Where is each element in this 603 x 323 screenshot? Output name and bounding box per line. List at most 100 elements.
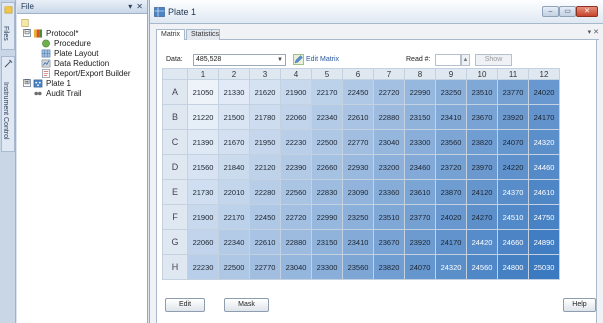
column-header[interactable]: 9 [435,68,467,80]
well-cell[interactable]: 24220 [497,154,529,180]
well-cell[interactable]: 22720 [280,204,312,230]
show-button[interactable]: Show [475,54,512,66]
restore-button[interactable]: ▭ [559,6,576,17]
tree-root[interactable] [19,18,145,28]
edit-button[interactable]: Edit [165,298,205,312]
well-cell[interactable]: 23250 [435,79,467,105]
files-side-tab[interactable]: Files [1,2,15,50]
tree-item-protocol[interactable]: ⊟ Protocol* [19,28,145,38]
column-header[interactable]: 12 [528,68,560,80]
well-cell[interactable]: 23870 [435,179,467,205]
well-cell[interactable]: 21840 [218,154,250,180]
well-cell[interactable]: 22170 [218,204,250,230]
well-cell[interactable]: 23360 [373,179,405,205]
well-cell[interactable]: 22280 [249,179,281,205]
tree-item-plate-1[interactable]: ⊞ Plate 1 [19,78,145,88]
well-cell[interactable]: 22120 [249,154,281,180]
well-cell[interactable]: 21500 [218,104,250,130]
well-cell[interactable]: 24560 [466,254,498,280]
read-number-input[interactable] [435,54,461,66]
well-cell[interactable]: 22230 [280,129,312,155]
well-cell[interactable]: 22770 [249,254,281,280]
mask-button[interactable]: Mask [224,298,269,312]
edit-matrix-link[interactable]: Edit Matrix [306,54,339,66]
well-cell[interactable]: 23250 [342,204,374,230]
row-header[interactable]: F [162,204,188,230]
well-cell[interactable]: 21900 [280,79,312,105]
well-cell[interactable]: 22880 [373,104,405,130]
well-cell[interactable]: 22060 [280,104,312,130]
well-cell[interactable]: 24800 [497,254,529,280]
instrument-control-side-tab[interactable]: Instrument Control [1,56,15,152]
edit-matrix-icon[interactable] [293,54,304,65]
column-header[interactable]: 6 [342,68,374,80]
well-cell[interactable]: 24070 [404,254,436,280]
well-cell[interactable]: 22340 [218,229,250,255]
well-cell[interactable]: 21620 [249,79,281,105]
well-cell[interactable]: 22340 [311,104,343,130]
well-cell[interactable]: 24750 [528,204,560,230]
well-cell[interactable]: 24170 [435,229,467,255]
row-header[interactable]: C [162,129,188,155]
well-cell[interactable]: 23770 [404,204,436,230]
tab-menu-icon[interactable]: ▾ ✕ [588,28,599,36]
well-cell[interactable]: 23560 [435,129,467,155]
column-header[interactable]: 11 [497,68,529,80]
well-cell[interactable]: 24610 [528,179,560,205]
read-number-spinner[interactable]: ▲ [461,54,470,66]
column-header[interactable]: 7 [373,68,405,80]
well-cell[interactable]: 21900 [187,204,219,230]
well-cell[interactable]: 22990 [404,79,436,105]
well-cell[interactable]: 23670 [466,104,498,130]
row-header[interactable]: E [162,179,188,205]
well-cell[interactable]: 23040 [373,129,405,155]
tab-statistics[interactable]: Statistics [186,29,220,40]
data-select[interactable]: 485,528 ▼ [193,54,286,66]
well-cell[interactable]: 23510 [373,204,405,230]
well-cell[interactable]: 23410 [435,104,467,130]
well-cell[interactable]: 23040 [280,254,312,280]
well-cell[interactable]: 23150 [311,229,343,255]
well-cell[interactable]: 23090 [342,179,374,205]
well-cell[interactable]: 24890 [528,229,560,255]
help-button[interactable]: Help [563,298,596,312]
well-cell[interactable]: 24020 [528,79,560,105]
column-header[interactable]: 3 [249,68,281,80]
well-cell[interactable]: 23920 [497,104,529,130]
well-cell[interactable]: 22170 [311,79,343,105]
well-cell[interactable]: 22450 [249,204,281,230]
tree-item-data-reduction[interactable]: Data Reduction [19,58,145,68]
well-cell[interactable]: 23300 [404,129,436,155]
well-cell[interactable]: 24320 [528,129,560,155]
well-cell[interactable]: 24070 [497,129,529,155]
well-cell[interactable]: 22500 [311,129,343,155]
well-cell[interactable]: 22060 [187,229,219,255]
well-cell[interactable]: 22010 [218,179,250,205]
column-header[interactable]: 5 [311,68,343,80]
well-cell[interactable]: 23610 [404,179,436,205]
well-cell[interactable]: 21950 [249,129,281,155]
well-cell[interactable]: 21560 [187,154,219,180]
well-cell[interactable]: 24420 [466,229,498,255]
pane-close-icon[interactable]: ✕ [136,2,143,11]
column-header[interactable]: 1 [187,68,219,80]
well-cell[interactable]: 22770 [342,129,374,155]
column-header[interactable]: 8 [404,68,436,80]
row-header[interactable]: B [162,104,188,130]
tree-item-procedure[interactable]: Procedure [19,38,145,48]
well-cell[interactable]: 24460 [528,154,560,180]
well-cell[interactable]: 22560 [280,179,312,205]
well-cell[interactable]: 23200 [373,154,405,180]
well-cell[interactable]: 23410 [342,229,374,255]
well-cell[interactable]: 24660 [497,229,529,255]
well-cell[interactable]: 21780 [249,104,281,130]
tree-item-report-export-builder[interactable]: Report/Export Builder [19,68,145,78]
well-cell[interactable]: 22880 [280,229,312,255]
collapse-icon[interactable]: ⊟ [23,29,31,37]
well-cell[interactable]: 22830 [311,179,343,205]
well-cell[interactable]: 23820 [466,129,498,155]
well-cell[interactable]: 22610 [342,104,374,130]
well-cell[interactable]: 21330 [218,79,250,105]
well-cell[interactable]: 23150 [404,104,436,130]
row-header[interactable]: H [162,254,188,280]
